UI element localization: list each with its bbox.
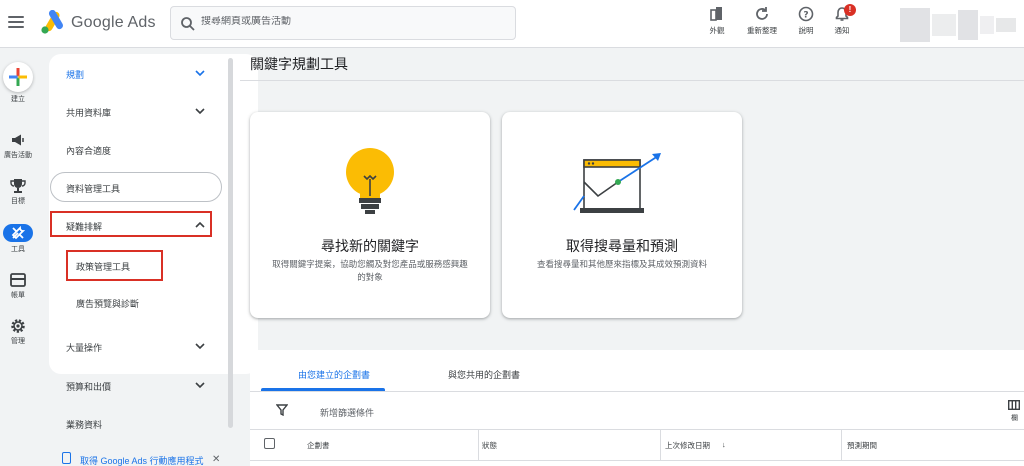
top-bar: Google Ads 外觀 重新整理 ? 說明 ! 通 [0,0,1024,48]
search-icon [181,17,195,31]
tools-active-pill [3,224,33,242]
appearance-button[interactable]: 外觀 [697,6,737,36]
column-header-forecast-period[interactable]: 預測期間 [847,440,877,451]
rail-campaigns-label: 廣告活動 [4,152,32,159]
billing-icon [10,273,26,287]
page-title: 關鍵字規劃工具 [250,56,348,72]
column-divider [478,430,479,460]
account-info-blurred[interactable] [900,8,1018,42]
rail-tools[interactable]: 工具 [0,224,36,254]
mobile-app-promo-link[interactable]: 取得 Google Ads 行動應用程式 [80,454,204,466]
gear-icon [11,319,25,333]
appearance-icon [710,7,722,21]
nav-item-data-manager[interactable]: 資料管理工具 [66,182,120,195]
chevron-up-icon[interactable] [195,220,205,230]
plans-table-panel: 由您建立的企劃書 與您共用的企劃書 新增篩選條件 欄 企劃書 狀態 上次修改日期… [250,350,1024,466]
rail-tools-label: 工具 [11,246,25,253]
search-box[interactable] [170,6,516,40]
svg-text:?: ? [803,11,808,21]
rail-admin-label: 管理 [11,338,25,345]
add-filter-button[interactable]: 新增篩選條件 [320,406,374,419]
tabs-divider [250,391,1024,392]
notifications-button[interactable]: ! 通知 [822,4,862,36]
refresh-icon [756,7,768,20]
filter-divider [250,429,1024,430]
sort-arrow-icon[interactable]: ↓ [722,440,726,449]
rail-billing[interactable]: 帳單 [0,272,36,300]
refresh-button[interactable]: 重新整理 [742,6,782,36]
chevron-down-icon[interactable] [195,341,205,351]
tab-my-plans[interactable]: 由您建立的企劃書 [298,368,370,381]
nav-item-ad-preview-diagnosis[interactable]: 廣告預覽與診斷 [76,297,139,310]
rail-create[interactable]: 建立 [0,62,36,104]
tab-shared-plans[interactable]: 與您共用的企劃書 [448,368,520,381]
plus-icon [9,68,27,86]
columns-label: 欄 [1011,415,1018,422]
get-volume-forecasts-title: 取得搜尋量和預測 [566,238,678,254]
appearance-label: 外觀 [709,26,725,35]
rail-admin[interactable]: 管理 [0,318,36,346]
column-divider [841,430,842,460]
megaphone-icon [12,134,24,146]
notification-badge: ! [844,4,856,16]
rail-goals-label: 目標 [11,198,25,205]
columns-icon[interactable] [1008,400,1020,410]
close-icon[interactable]: ✕ [212,454,220,465]
nav-item-content-suitability[interactable]: 內容合適度 [66,144,111,157]
rail-create-label: 建立 [11,96,25,103]
hamburger-menu-icon[interactable] [6,12,26,32]
column-header-plan[interactable]: 企劃書 [307,440,330,451]
nav-item-policy-manager[interactable]: 政策管理工具 [76,260,130,273]
search-input[interactable] [201,16,501,27]
tools-icon [11,226,25,240]
discover-keywords-title: 尋找新的關鍵字 [321,238,419,254]
rail-campaigns[interactable]: 廣告活動 [0,132,36,160]
forecast-chart-icon [573,153,661,213]
lightbulb-icon [346,148,394,214]
get-volume-forecasts-card[interactable]: 取得搜尋量和預測 查看搜尋量和其他歷來指標及其成效預測資料 [502,112,742,318]
column-header-last-modified[interactable]: 上次修改日期 [665,440,710,451]
nav-item-shared-library[interactable]: 共用資料庫 [66,106,111,119]
nav-item-planning[interactable]: 規劃 [66,68,84,81]
column-header-status[interactable]: 狀態 [482,440,497,451]
nav-scrollbar[interactable] [228,58,233,428]
filter-icon[interactable] [276,404,288,416]
nav-item-business-data[interactable]: 業務資料 [66,418,102,431]
create-button[interactable] [3,62,33,92]
rail-goals[interactable]: 目標 [0,178,36,206]
discover-keywords-description: 取得關鍵字提案，協助您觸及對您產品或服務感興趣的對象 [272,259,468,282]
column-divider [660,430,661,460]
discover-keywords-card[interactable]: 尋找新的關鍵字 取得關鍵字提案，協助您觸及對您產品或服務感興趣的對象 [250,112,490,318]
select-all-checkbox[interactable] [264,438,275,449]
help-label: 說明 [798,26,814,35]
help-icon: ? [798,6,814,22]
app-title[interactable]: Google Ads [71,14,156,32]
left-rail: 建立 廣告活動 目標 工具 帳單 管理 [0,48,36,466]
get-volume-forecasts-description: 查看搜尋量和其他歷來指標及其成效預測資料 [536,259,707,269]
help-button[interactable]: ? 說明 [786,6,826,36]
refresh-label: 重新整理 [747,26,777,35]
google-ads-logo-icon [41,10,63,34]
mobile-app-icon [62,452,71,464]
nav-item-budgets-bidding[interactable]: 預算和出價 [66,380,111,393]
header-divider [250,460,1024,461]
trophy-icon [10,179,26,193]
nav-item-troubleshooting[interactable]: 疑難排解 [66,220,102,233]
chevron-down-icon[interactable] [195,68,205,78]
chevron-down-icon[interactable] [195,380,205,390]
nav-item-bulk-actions[interactable]: 大量操作 [66,341,102,354]
notifications-label: 通知 [834,26,850,35]
chevron-down-icon[interactable] [195,106,205,116]
title-divider [240,80,1024,81]
rail-billing-label: 帳單 [11,292,25,299]
